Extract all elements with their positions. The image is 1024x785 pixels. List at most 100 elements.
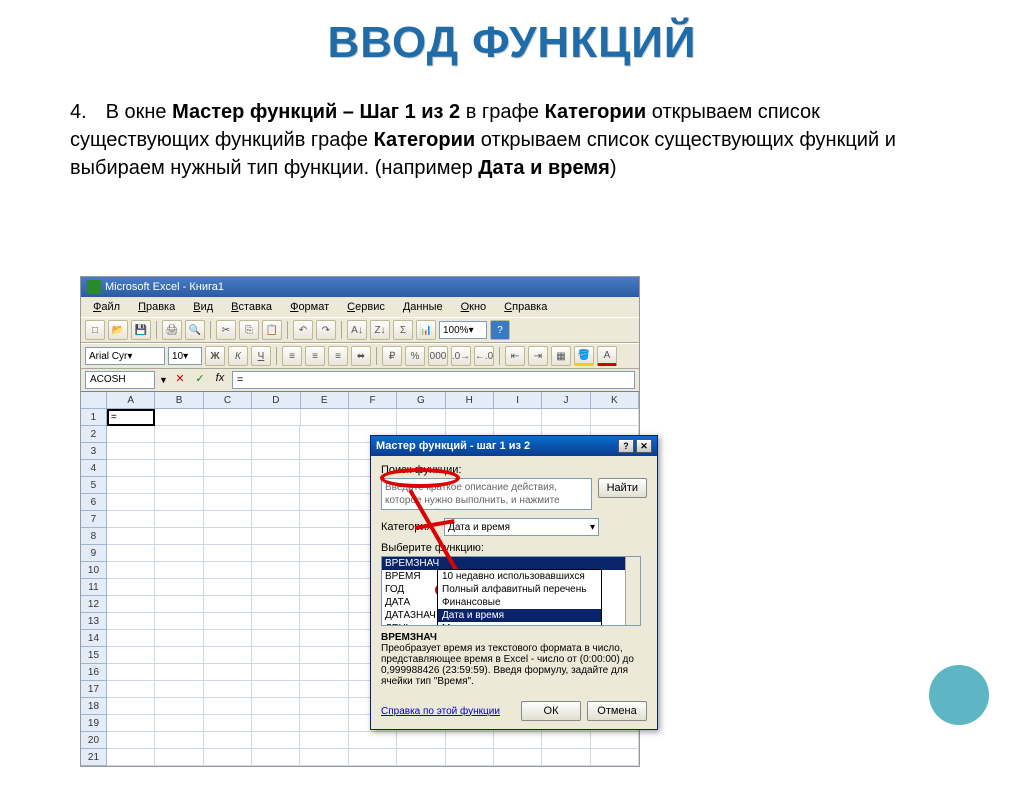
cell[interactable] bbox=[446, 749, 494, 766]
cell[interactable] bbox=[252, 511, 300, 528]
cell[interactable] bbox=[107, 443, 155, 460]
col-header[interactable]: D bbox=[252, 392, 300, 409]
cell[interactable] bbox=[300, 715, 348, 732]
cell[interactable] bbox=[300, 545, 348, 562]
sort-desc-icon[interactable]: Z↓ bbox=[370, 320, 390, 340]
cell[interactable] bbox=[204, 698, 252, 715]
cancel-formula-icon[interactable]: ✕ bbox=[172, 372, 188, 388]
cell[interactable] bbox=[155, 613, 203, 630]
indent-inc-icon[interactable]: ⇥ bbox=[528, 346, 548, 366]
col-header[interactable]: A bbox=[107, 392, 155, 409]
row-header[interactable]: 11 bbox=[81, 579, 107, 596]
cell[interactable] bbox=[204, 579, 252, 596]
col-header[interactable]: H bbox=[446, 392, 494, 409]
cell[interactable] bbox=[107, 460, 155, 477]
cell[interactable] bbox=[252, 613, 300, 630]
borders-icon[interactable]: ▦ bbox=[551, 346, 571, 366]
cell[interactable] bbox=[542, 732, 590, 749]
menu-Вставка[interactable]: Вставка bbox=[223, 299, 280, 315]
dropdown-icon[interactable]: ▼ bbox=[159, 375, 168, 385]
cell[interactable] bbox=[591, 749, 639, 766]
menu-Правка[interactable]: Правка bbox=[130, 299, 183, 315]
cell[interactable] bbox=[107, 494, 155, 511]
paste-icon[interactable]: 📋 bbox=[262, 320, 282, 340]
cell[interactable] bbox=[204, 477, 252, 494]
cell[interactable] bbox=[107, 596, 155, 613]
cell[interactable] bbox=[252, 443, 300, 460]
cell[interactable] bbox=[300, 494, 348, 511]
help-button[interactable]: ? bbox=[618, 439, 634, 453]
row-header[interactable]: 12 bbox=[81, 596, 107, 613]
undo-icon[interactable]: ↶ bbox=[293, 320, 313, 340]
cell[interactable] bbox=[155, 528, 203, 545]
cell[interactable] bbox=[107, 579, 155, 596]
menu-Формат[interactable]: Формат bbox=[282, 299, 337, 315]
row-header[interactable]: 14 bbox=[81, 630, 107, 647]
row-header[interactable]: 16 bbox=[81, 664, 107, 681]
formatting-toolbar[interactable]: Arial Cyr ▾ 10 ▾ Ж К Ч ≡ ≡ ≡ ⬌ ₽ % 000 .… bbox=[81, 343, 639, 369]
help-icon[interactable]: ? bbox=[490, 320, 510, 340]
cell[interactable] bbox=[107, 545, 155, 562]
cell[interactable] bbox=[300, 681, 348, 698]
cell[interactable] bbox=[155, 426, 203, 443]
cell[interactable] bbox=[204, 732, 252, 749]
print-icon[interactable]: 🖨 bbox=[162, 320, 182, 340]
menu-Данные[interactable]: Данные bbox=[395, 299, 451, 315]
cell[interactable] bbox=[107, 477, 155, 494]
cell[interactable] bbox=[204, 749, 252, 766]
row-header[interactable]: 10 bbox=[81, 562, 107, 579]
cell[interactable] bbox=[204, 596, 252, 613]
col-header[interactable]: J bbox=[542, 392, 590, 409]
cell[interactable] bbox=[252, 630, 300, 647]
cell[interactable] bbox=[300, 426, 348, 443]
cell[interactable] bbox=[300, 613, 348, 630]
menu-bar[interactable]: ФайлПравкаВидВставкаФорматСервисДанныеОк… bbox=[81, 297, 639, 317]
cell[interactable] bbox=[155, 511, 203, 528]
find-button[interactable]: Найти bbox=[598, 478, 647, 498]
cell[interactable] bbox=[155, 749, 203, 766]
italic-icon[interactable]: К bbox=[228, 346, 248, 366]
cell[interactable] bbox=[155, 460, 203, 477]
menu-Сервис[interactable]: Сервис bbox=[339, 299, 393, 315]
select-all-corner[interactable] bbox=[81, 392, 107, 409]
cell[interactable] bbox=[300, 749, 348, 766]
cell[interactable] bbox=[300, 443, 348, 460]
cell[interactable] bbox=[542, 409, 590, 426]
cell[interactable] bbox=[107, 647, 155, 664]
row-header[interactable]: 18 bbox=[81, 698, 107, 715]
cell[interactable] bbox=[542, 749, 590, 766]
open-icon[interactable]: 📂 bbox=[108, 320, 128, 340]
dropdown-item[interactable]: 10 недавно использовавшихся bbox=[438, 570, 601, 583]
col-header[interactable]: I bbox=[494, 392, 542, 409]
row-header[interactable]: 8 bbox=[81, 528, 107, 545]
indent-dec-icon[interactable]: ⇤ bbox=[505, 346, 525, 366]
row-header[interactable]: 9 bbox=[81, 545, 107, 562]
help-link[interactable]: Справка по этой функции bbox=[381, 706, 500, 717]
chart-icon[interactable]: 📊 bbox=[416, 320, 436, 340]
cell[interactable] bbox=[107, 698, 155, 715]
cell[interactable] bbox=[349, 409, 397, 426]
close-button[interactable]: ✕ bbox=[636, 439, 652, 453]
row-header[interactable]: 6 bbox=[81, 494, 107, 511]
cell[interactable] bbox=[349, 749, 397, 766]
cell[interactable] bbox=[107, 613, 155, 630]
cell[interactable] bbox=[300, 596, 348, 613]
cell[interactable] bbox=[204, 511, 252, 528]
menu-Окно[interactable]: Окно bbox=[453, 299, 495, 315]
align-right-icon[interactable]: ≡ bbox=[328, 346, 348, 366]
cell[interactable] bbox=[107, 630, 155, 647]
cell[interactable] bbox=[252, 579, 300, 596]
row-header[interactable]: 21 bbox=[81, 749, 107, 766]
cell[interactable] bbox=[300, 647, 348, 664]
cell[interactable] bbox=[300, 630, 348, 647]
font-combo[interactable]: Arial Cyr ▾ bbox=[85, 347, 165, 365]
menu-Вид[interactable]: Вид bbox=[185, 299, 221, 315]
category-combo[interactable]: Дата и время▾ bbox=[444, 518, 599, 536]
cell[interactable] bbox=[252, 715, 300, 732]
cell[interactable] bbox=[300, 477, 348, 494]
col-header[interactable]: E bbox=[301, 392, 349, 409]
cell[interactable] bbox=[107, 511, 155, 528]
cell[interactable] bbox=[252, 681, 300, 698]
name-box[interactable]: ACOSH bbox=[85, 371, 155, 389]
cell[interactable] bbox=[107, 528, 155, 545]
